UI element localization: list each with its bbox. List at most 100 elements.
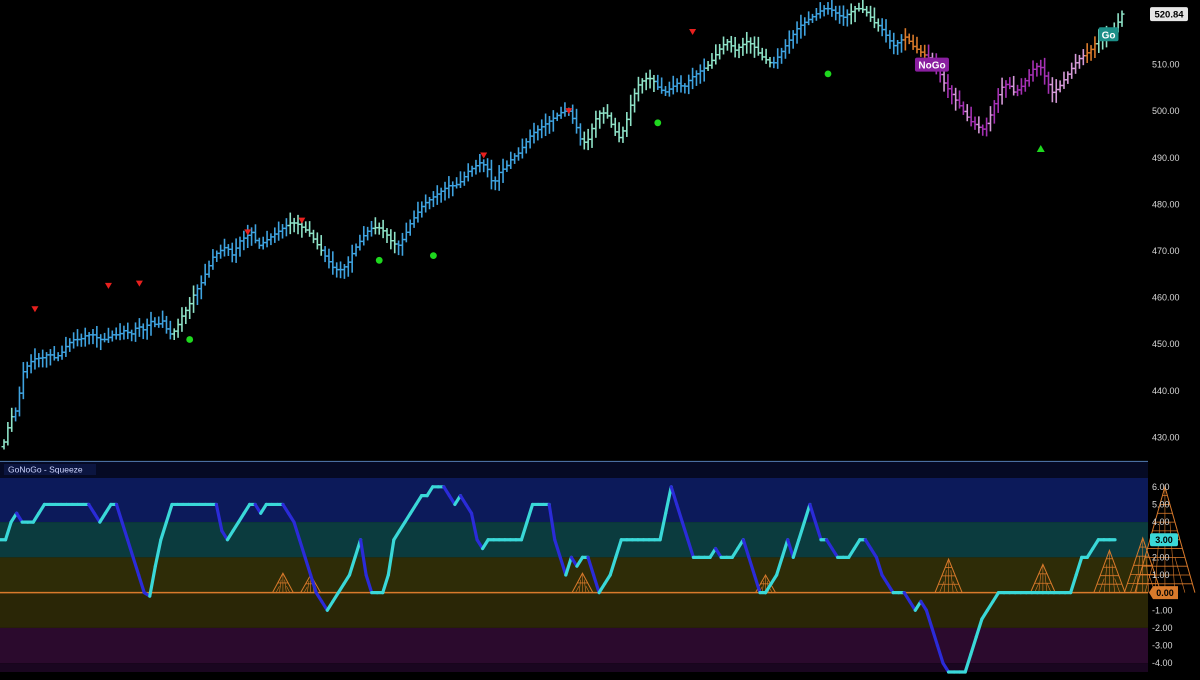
price-bar: [782, 39, 788, 59]
price-bar: [918, 44, 924, 57]
price-bar: [871, 7, 877, 29]
price-bar: [953, 87, 959, 111]
price-bar: [1065, 71, 1071, 84]
price-bar: [898, 34, 904, 53]
price-bar: [442, 181, 448, 201]
oscillator-header-strip: [0, 462, 1148, 478]
price-bar: [902, 28, 908, 51]
price-bar: [693, 70, 699, 86]
price-bar: [632, 88, 638, 113]
oscillator-tick-label: 2.00: [1152, 552, 1170, 562]
price-bar: [473, 159, 479, 175]
price-bar: [365, 226, 371, 241]
price-bar: [682, 83, 688, 94]
price-bar: [763, 48, 769, 64]
price-bar: [577, 123, 583, 146]
price-bar: [1053, 79, 1059, 103]
price-bar: [848, 3, 854, 25]
oscillator-tick-label: 5.00: [1152, 499, 1170, 509]
price-bar: [539, 119, 545, 139]
price-bar: [728, 35, 734, 53]
price-tick-label: 460.00: [1152, 293, 1180, 303]
price-bar: [527, 129, 533, 149]
price-bar: [883, 19, 889, 43]
oscillator-tick-label: 1.00: [1152, 570, 1170, 580]
price-bar: [380, 219, 386, 239]
price-tick-label: 450.00: [1152, 339, 1180, 349]
price-bar: [396, 240, 402, 256]
price-bar: [794, 21, 800, 44]
price-bar: [125, 322, 131, 340]
go-continuation-dot: [654, 119, 662, 127]
price-bar: [608, 112, 614, 128]
price-bar: [214, 250, 220, 262]
price-bar: [1034, 62, 1040, 77]
price-bar: [736, 43, 742, 59]
price-bar: [485, 158, 491, 178]
price-bar: [102, 332, 108, 343]
price-bar: [1092, 36, 1098, 59]
price-bar: [829, 0, 835, 17]
price-bar: [724, 39, 730, 51]
price-bar: [879, 18, 885, 37]
price-bar: [461, 171, 467, 186]
price-bar: [1080, 49, 1086, 66]
price-bar: [423, 194, 429, 213]
price-tick-label: 470.00: [1152, 246, 1180, 256]
price-bar: [105, 327, 111, 343]
price-bar: [574, 108, 580, 134]
price-bar: [628, 94, 634, 127]
price-bar: [40, 349, 46, 368]
price-bar: [1057, 80, 1063, 93]
oscillator-title: GoNoGo - Squeeze: [8, 465, 83, 475]
price-bar: [20, 362, 26, 400]
price-bar: [310, 229, 316, 244]
price-bar: [419, 201, 425, 218]
oscillator-zone: [0, 663, 1148, 672]
price-bar: [987, 106, 993, 132]
nogo-label: NoGo: [918, 61, 945, 72]
oscillator-tick-label: -1.00: [1152, 605, 1173, 615]
price-bar: [697, 64, 703, 84]
price-bar: [175, 318, 181, 338]
price-bar: [960, 101, 966, 115]
price-bar: [148, 311, 154, 336]
price-bar: [71, 332, 77, 349]
price-bar: [786, 30, 792, 54]
price-bar: [999, 77, 1005, 105]
price-bar: [167, 320, 173, 340]
price-bar: [194, 284, 200, 306]
price-bar: [887, 30, 893, 49]
price-bar: [1076, 54, 1082, 69]
price-bar: [121, 325, 127, 340]
price-bar: [218, 244, 224, 259]
price-bar: [860, 0, 866, 14]
price-bar: [821, 5, 827, 17]
price-bar: [318, 235, 324, 256]
price-bar: [516, 147, 522, 161]
price-bar: [616, 122, 622, 143]
go-continuation-dot: [186, 336, 194, 343]
price-bar: [686, 74, 692, 95]
price-bar: [972, 116, 978, 130]
price-bar: [152, 317, 158, 328]
price-bar: [75, 329, 81, 347]
price-bar: [357, 234, 363, 251]
price-bar: [500, 158, 506, 183]
price-tick-label: 500.00: [1152, 106, 1180, 116]
price-bar: [496, 165, 502, 191]
price-bar: [1045, 71, 1051, 94]
price-bar: [187, 297, 193, 320]
price-bar: [272, 227, 278, 243]
price-bar: [16, 386, 22, 417]
price-bar: [47, 349, 53, 366]
price-bar: [392, 231, 398, 254]
price-bar: [721, 36, 727, 55]
price-bar: [1088, 45, 1094, 61]
price-bar: [512, 153, 518, 164]
price-bar: [86, 332, 92, 345]
price-bar: [314, 232, 320, 250]
price-bar: [156, 316, 162, 328]
price-bar: [910, 34, 916, 50]
price-bar: [55, 352, 61, 362]
